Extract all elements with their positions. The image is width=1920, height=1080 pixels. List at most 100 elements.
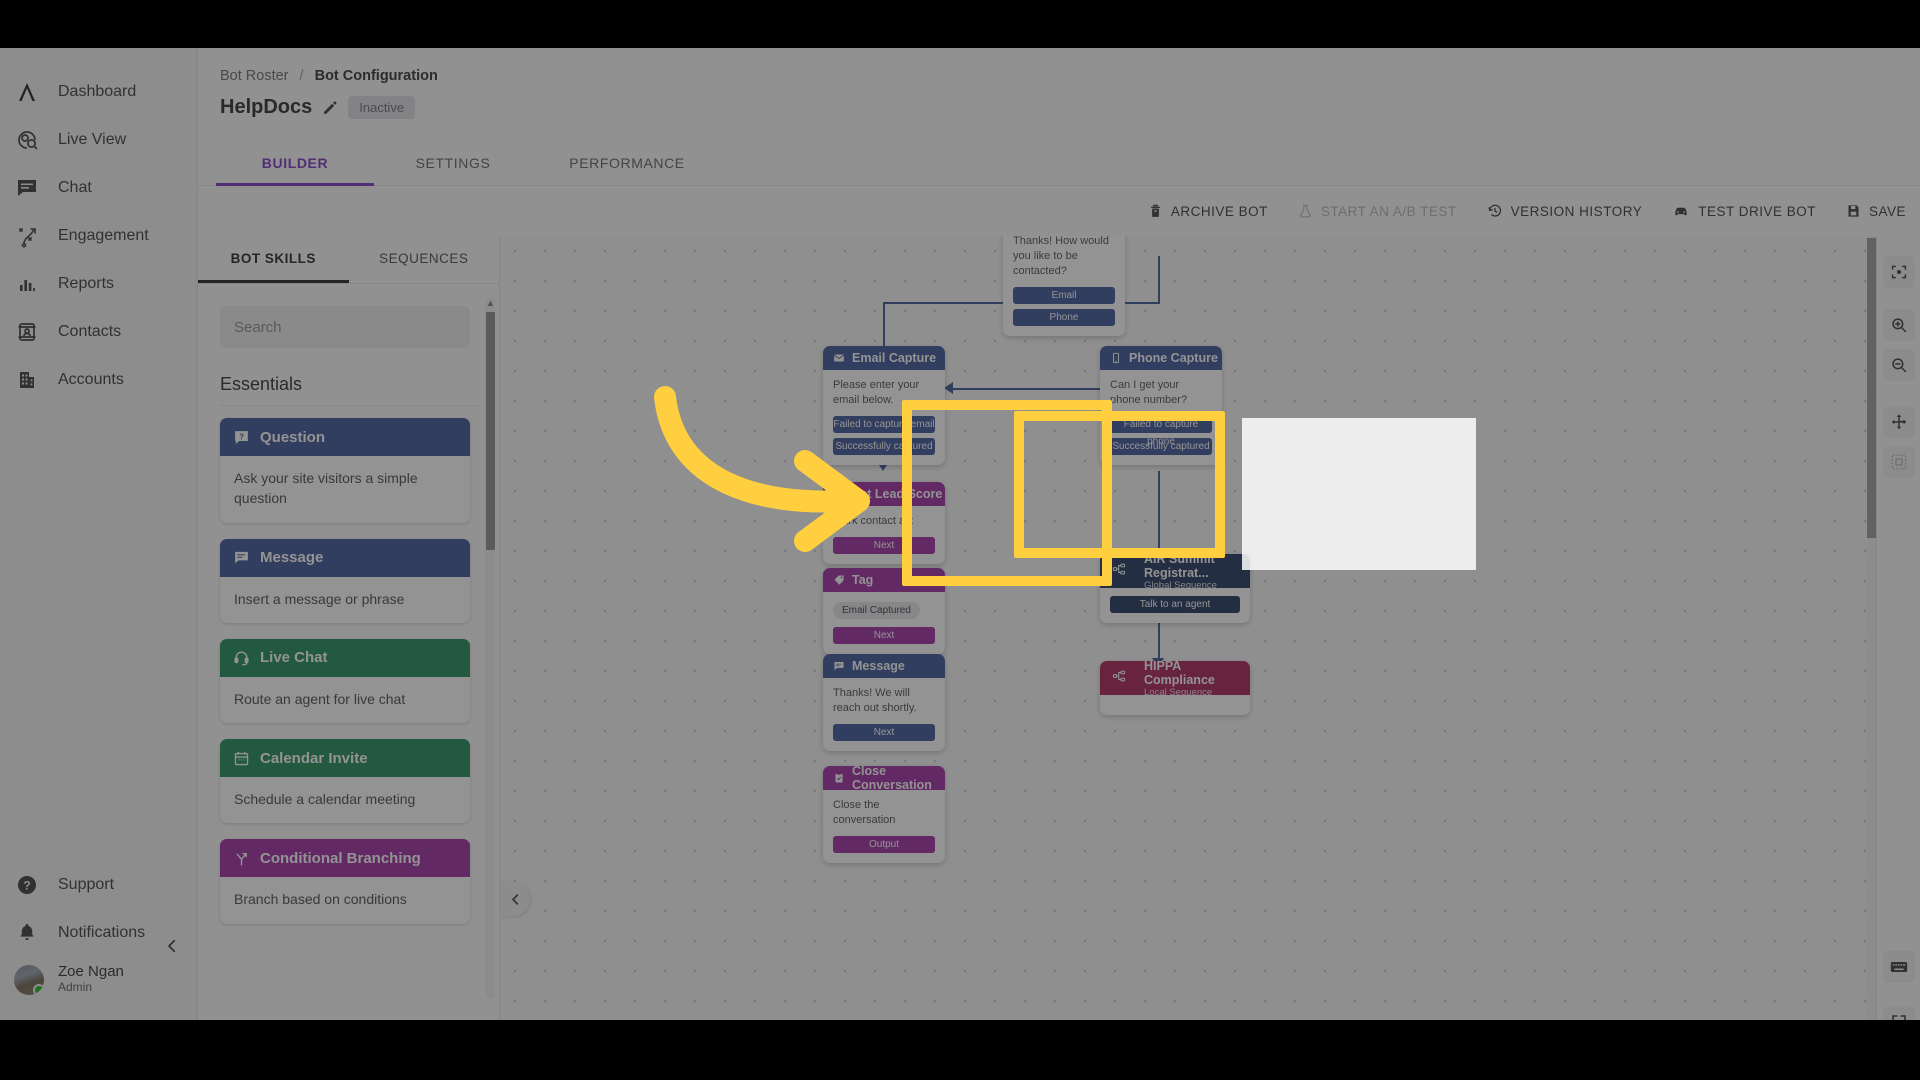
start-ab-test-button[interactable]: START AN A/B TEST	[1298, 203, 1457, 219]
sidebar-item-label: Dashboard	[58, 83, 137, 100]
skill-card-desc: Branch based on conditions	[234, 891, 407, 908]
tab-sequences[interactable]: SEQUENCES	[349, 236, 500, 283]
node-tag[interactable]: Tag Email Captured Next	[823, 568, 945, 654]
node-button[interactable]: Failed to capture email	[833, 415, 935, 433]
keyboard-icon	[1890, 962, 1908, 972]
keyboard-shortcuts-button[interactable]	[1883, 951, 1915, 983]
version-history-button[interactable]: VERSION HISTORY	[1487, 203, 1643, 219]
flow-canvas[interactable]: Thanks! How would you like to be contact…	[500, 236, 1920, 1060]
node-text: Can I get your phone number?	[1110, 379, 1188, 406]
sidebar-item-reports[interactable]: Reports	[0, 260, 197, 308]
node-close-conversation[interactable]: Close Conversation Close the conversatio…	[823, 766, 945, 863]
page-tabs: BUILDER SETTINGS PERFORMANCE	[198, 140, 1920, 186]
node-title: Message	[852, 659, 905, 673]
save-button[interactable]: SAVE	[1846, 203, 1906, 219]
scrollbar-thumb[interactable]	[486, 312, 495, 550]
phone-icon	[1110, 352, 1122, 364]
sidebar-item-dashboard[interactable]: Dashboard	[0, 68, 197, 116]
skill-card-title: Question	[260, 428, 326, 446]
node-button[interactable]: Next	[833, 723, 935, 741]
node-text: Thanks! We will reach out shortly.	[833, 687, 917, 714]
node-contact-method[interactable]: Thanks! How would you like to be contact…	[1003, 236, 1125, 336]
search-input[interactable]	[220, 306, 470, 348]
node-title: Phone Capture	[1129, 351, 1218, 365]
node-email-capture[interactable]: Email Capture Please enter your email be…	[823, 346, 945, 465]
node-title: AIR Summit Registrat...	[1144, 554, 1215, 580]
car-icon	[1672, 203, 1690, 219]
engagement-icon	[14, 223, 40, 249]
skills-panel-scrollbar[interactable]: ▲	[485, 298, 495, 998]
sidebar-item-live-view[interactable]: Live View	[0, 116, 197, 164]
toolbar-label: START AN A/B TEST	[1320, 203, 1457, 219]
node-button[interactable]: Successfully captured email	[833, 437, 935, 465]
sidebar-item-label: Accounts	[58, 371, 124, 388]
node-button[interactable]: Next	[833, 536, 935, 554]
skill-card-question[interactable]: ? Question Ask your site visitors a simp…	[220, 418, 470, 523]
archive-bot-button[interactable]: ARCHIVE BOT	[1148, 203, 1268, 219]
sidebar-item-support[interactable]: ? Support	[0, 861, 197, 909]
node-button[interactable]: Talk to an agent	[1110, 596, 1240, 613]
skills-panel-tabs: BOT SKILLS SEQUENCES	[198, 236, 499, 284]
tab-settings[interactable]: SETTINGS	[374, 140, 532, 186]
status-badge: Inactive	[348, 96, 416, 119]
fit-selection-button[interactable]	[1883, 446, 1915, 478]
node-button[interactable]: Phone	[1013, 308, 1115, 326]
breadcrumb-separator: /	[299, 68, 304, 84]
fit-selection-icon	[1891, 454, 1907, 470]
node-button[interactable]: Output	[833, 835, 935, 853]
sidebar-collapse-button[interactable]	[160, 934, 184, 958]
headset-icon	[233, 649, 250, 666]
zoom-out-icon	[1892, 358, 1907, 373]
node-button[interactable]: Next	[833, 627, 935, 644]
scrollbar-thumb[interactable]	[1867, 238, 1876, 538]
sidebar-bottom-group: ? Support Notifications Zoe Ngan Admin	[0, 861, 197, 1002]
skill-card-desc: Route an agent for live chat	[234, 690, 406, 707]
sidebar-item-contacts[interactable]: Contacts	[0, 308, 197, 356]
edge-phone-down	[1158, 471, 1160, 523]
pencil-icon[interactable]	[322, 100, 338, 116]
node-phone-capture[interactable]: Phone Capture Can I get your phone numbe…	[1100, 346, 1222, 465]
node-set-lead-score[interactable]: Set Lead Score Mark contact as: Next	[823, 482, 945, 564]
sidebar-item-accounts[interactable]: Accounts	[0, 356, 197, 404]
test-drive-bot-button[interactable]: TEST DRIVE BOT	[1672, 203, 1816, 219]
tab-bot-skills[interactable]: BOT SKILLS	[198, 236, 349, 283]
node-air-summit-registration[interactable]: AIR Summit Registrat... Global Sequence …	[1100, 554, 1250, 623]
node-title: Set Lead Score	[852, 487, 943, 501]
sequence-icon	[1112, 562, 1126, 576]
sidebar-item-chat[interactable]: Chat	[0, 164, 197, 212]
pan-move-icon	[1891, 414, 1907, 430]
sidebar-item-engagement[interactable]: Engagement	[0, 212, 197, 260]
avatar	[14, 964, 44, 995]
floppy-disk-icon	[1846, 203, 1861, 219]
message-icon	[233, 549, 250, 566]
skill-card-calendar-invite[interactable]: Calendar Invite Schedule a calendar meet…	[220, 739, 470, 824]
zoom-in-icon	[1892, 318, 1907, 333]
breadcrumb-current: Bot Configuration	[314, 68, 438, 84]
node-text: Close the conversation	[833, 799, 896, 826]
skill-card-message[interactable]: Message Insert a message or phrase	[220, 538, 470, 623]
node-button[interactable]: Email	[1013, 286, 1115, 304]
tab-builder[interactable]: BUILDER	[216, 140, 374, 186]
message-icon	[833, 660, 845, 672]
node-hippa-compliance[interactable]: HIPPA Compliance Local Sequence	[1100, 661, 1250, 715]
logo-caret-icon	[14, 79, 40, 105]
tab-performance[interactable]: PERFORMANCE	[532, 140, 722, 186]
center-view-button[interactable]	[1883, 256, 1915, 288]
node-button[interactable]: Failed to capture phone	[1110, 415, 1212, 447]
node-message[interactable]: Message Thanks! We will reach out shortl…	[823, 654, 945, 751]
skill-card-live-chat[interactable]: Live Chat Route an agent for live chat	[220, 638, 470, 724]
skill-card-conditional-branching[interactable]: Conditional Branching Branch based on co…	[220, 839, 470, 924]
user-role: Admin	[58, 980, 93, 995]
pan-button[interactable]	[1883, 406, 1915, 438]
canvas-scrollbar[interactable]: ▲ ▼	[1867, 236, 1876, 1060]
scroll-up-arrow-icon[interactable]: ▲	[486, 298, 495, 310]
title-row: HelpDocs Inactive	[220, 96, 416, 119]
zoom-in-button[interactable]	[1883, 309, 1915, 341]
question-circle-icon: ?	[14, 872, 40, 898]
breadcrumb-parent[interactable]: Bot Roster	[220, 68, 289, 84]
user-profile[interactable]: Zoe Ngan Admin	[0, 957, 197, 1002]
zoom-out-button[interactable]	[1883, 349, 1915, 381]
node-button[interactable]: Successfully captured phone	[1110, 437, 1212, 465]
letterbox-bottom	[0, 1020, 1920, 1080]
node-subtitle: Local Sequence	[1144, 686, 1213, 698]
